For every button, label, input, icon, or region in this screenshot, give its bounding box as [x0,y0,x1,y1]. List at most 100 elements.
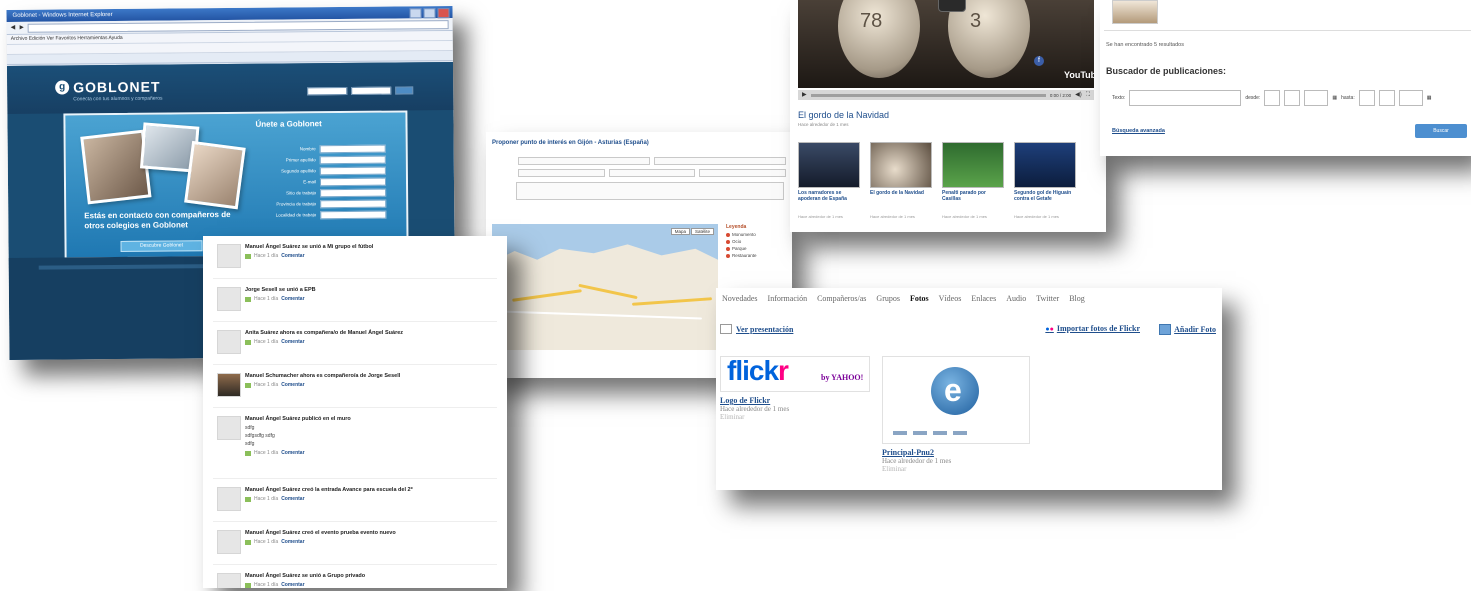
activity-text[interactable]: Manuel Ángel Suárez se unió a Grupo priv… [245,573,365,579]
activity-text[interactable]: Anita Suárez ahora es compañera/o de Man… [245,330,403,336]
photo-thumbnail[interactable]: e [882,356,1030,444]
from-month-input[interactable] [1284,90,1301,106]
to-day-input[interactable] [1358,90,1375,106]
blog-icon [245,496,251,502]
map-button[interactable]: Mapa [670,228,690,235]
photo-title[interactable]: Principal-Pnu2 [882,448,1030,457]
address-input[interactable] [654,156,786,165]
comment-link[interactable]: Comentar [281,253,304,259]
url-input[interactable] [608,168,696,177]
related-video[interactable]: El gordo de la Navidad Hace alrededor de… [870,142,932,219]
related-video[interactable]: Segundo gol de Higuaín contra el Getafe … [1014,142,1076,219]
related-video[interactable]: Los narradores se apoderan de España Hac… [798,142,860,219]
video-thumbnail[interactable] [942,142,1004,188]
name-input[interactable] [319,144,386,153]
town-select[interactable] [320,210,387,219]
delete-link[interactable]: Eliminar [882,465,1030,473]
tab-fotos[interactable]: Fotos [910,294,929,303]
activity-text[interactable]: Manuel Schumacher ahora es compañero/a d… [245,373,400,379]
tab-companeros[interactable]: Compañeros/as [817,294,866,303]
back-icon[interactable]: ◀ [11,24,16,32]
fullscreen-icon[interactable]: ⛶ [1086,91,1090,99]
add-photo-link[interactable]: Añadir Foto [1159,324,1216,335]
tab-videos[interactable]: Vídeos [939,294,962,303]
activity-text[interactable]: Manuel Ángel Suárez se unió a Mi grupo e… [245,244,373,250]
time-display: 0:00 / 2:00 [1049,92,1072,98]
from-day-input[interactable] [1264,90,1281,106]
comment-link[interactable]: Comentar [281,582,304,588]
result-thumbnail[interactable] [1112,0,1158,24]
related-title[interactable]: Penalti parado por Casillas [942,190,1004,214]
advanced-search-link[interactable]: Búsqueda avanzada [1112,128,1165,134]
play-icon[interactable]: ▶ [802,91,807,99]
signup-title: Únete a Goblonet [255,119,322,129]
photo-title[interactable]: Logo de Flickr [720,396,870,405]
type-select[interactable] [699,168,787,177]
name-input[interactable] [518,156,650,165]
login-button[interactable] [395,86,414,95]
activity-text[interactable]: Manuel Ángel Suárez creó la entrada Avan… [245,487,413,493]
workplace-select[interactable] [320,188,387,197]
facebook-icon[interactable]: f [1034,56,1044,66]
search-button[interactable]: Buscar [1415,124,1467,138]
maximize-button[interactable] [423,8,436,19]
comment-link[interactable]: Comentar [281,296,304,302]
to-year-input[interactable] [1398,90,1423,106]
tab-twitter[interactable]: Twitter [1036,294,1059,303]
photo-card[interactable]: e Principal-Pnu2 Hace alrededor de 1 mes… [882,356,1030,473]
login-email-input[interactable] [307,86,348,96]
signup-subtitle [256,130,402,143]
tab-novedades[interactable]: Novedades [722,294,758,303]
province-select[interactable] [320,199,387,208]
to-month-input[interactable] [1378,90,1395,106]
related-title[interactable]: Segundo gol de Higuaín contra el Getafe [1014,190,1076,214]
satellite-button[interactable]: Satélite [690,228,714,235]
calendar-icon[interactable]: ▦ [1332,95,1337,101]
email-input[interactable] [319,177,387,186]
tab-blog[interactable]: Blog [1069,294,1085,303]
video-thumbnail[interactable] [1014,142,1076,188]
video-player[interactable]: 78 3 f YouTube [798,0,1094,88]
surname1-input[interactable] [319,155,386,164]
activity-text[interactable]: Manuel Ángel Suárez publicó en el muro [245,416,351,422]
activity-text[interactable]: Manuel Ángel Suárez creó el evento prueb… [245,530,396,536]
presentation-link[interactable]: Ver presentación [720,324,793,334]
goblonet-logo[interactable]: g GOBLONET Conecta con tus alumnos y com… [55,79,163,102]
related-title[interactable]: El gordo de la Navidad [870,190,932,214]
discover-button[interactable]: Descubre Goblonet [120,240,203,252]
list-item: Manuel Schumacher ahora es compañero/a d… [213,365,497,408]
description-textarea[interactable] [516,182,784,200]
video-thumbnail[interactable] [798,142,860,188]
google-map[interactable]: Mapa Satélite [492,224,718,350]
category-select[interactable] [518,168,605,177]
forward-icon[interactable]: ▶ [19,24,24,32]
tab-informacion[interactable]: Información [768,294,808,303]
surname2-input[interactable] [319,166,386,175]
related-title[interactable]: Los narradores se apoderan de España [798,190,860,214]
progress-bar[interactable] [810,93,1046,97]
url-input[interactable] [27,19,449,33]
comment-link[interactable]: Comentar [281,450,304,456]
comment-link[interactable]: Comentar [281,496,304,502]
photo-card[interactable]: flickr by YAHOO! Logo de Flickr Hace alr… [720,355,870,421]
delete-link[interactable]: Eliminar [720,413,870,421]
import-flickr-link[interactable]: ●● Importar fotos de Flickr [1045,324,1140,333]
activity-text[interactable]: Jorge Sesell se unió a EPB [245,287,316,293]
calendar-icon[interactable]: ▦ [1427,95,1432,101]
close-button[interactable] [437,8,450,19]
text-input[interactable] [1129,90,1242,106]
volume-icon[interactable]: ◀) [1075,91,1082,99]
comment-link[interactable]: Comentar [281,339,304,345]
comment-link[interactable]: Comentar [281,382,304,388]
tab-audio[interactable]: Audio [1006,294,1026,303]
comment-link[interactable]: Comentar [281,539,304,545]
login-password-input[interactable] [351,86,392,95]
tab-grupos[interactable]: Grupos [876,294,900,303]
video-thumbnail[interactable] [870,142,932,188]
play-button[interactable] [938,0,966,12]
minimize-button[interactable] [409,8,422,19]
from-year-input[interactable] [1304,90,1329,106]
photo-thumbnail[interactable]: flickr by YAHOO! [720,355,870,392]
related-video[interactable]: Penalti parado por Casillas Hace alreded… [942,142,1004,219]
tab-enlaces[interactable]: Enlaces [971,294,996,303]
